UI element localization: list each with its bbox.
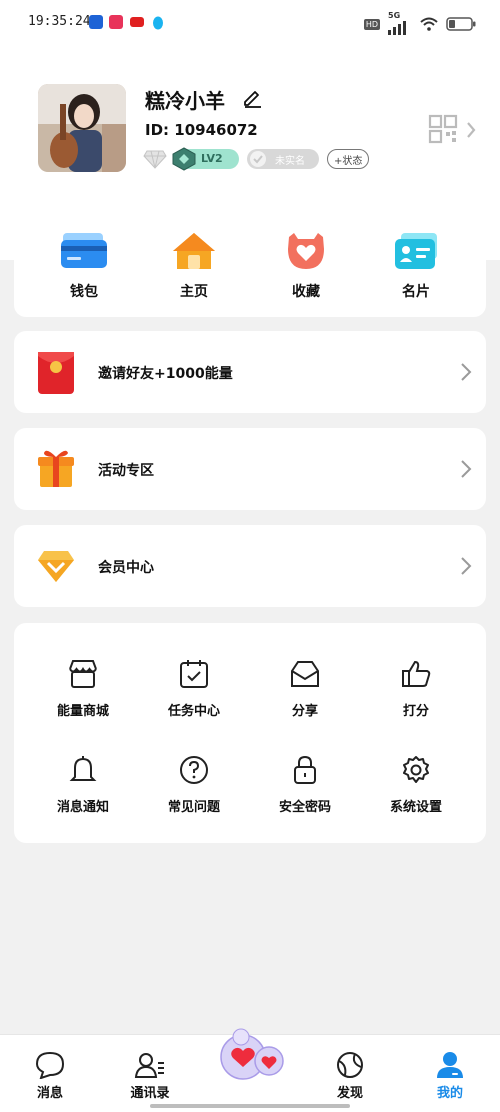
contacts-icon: [134, 1053, 164, 1078]
status-indicators: HD 5G: [363, 10, 476, 38]
tab-label: 发现: [336, 1086, 363, 1101]
wallet-card-icon: [61, 233, 107, 268]
tool-energy-store[interactable]: 能量商城: [38, 659, 128, 719]
tool-settings[interactable]: 系统设置: [371, 755, 461, 815]
hd-icon: HD: [363, 18, 380, 30]
tab-label: 消息: [36, 1086, 63, 1101]
chevron-right-icon: [461, 557, 472, 575]
chevron-right-icon: [461, 363, 472, 381]
row-label: 会员中心: [98, 560, 154, 576]
tool-notifications[interactable]: 消息通知: [38, 755, 128, 815]
tool-label: 安全密码: [278, 800, 331, 815]
app-qq-icon: [151, 15, 165, 30]
bottom-tab-bar: 消息 通讯录 发现 我的: [0, 1028, 500, 1112]
tools-card: 能量商城 任务中心 分享 打分 消息通知 常见问题 安全密码 系统设置: [14, 623, 486, 843]
quick-action-label: 收藏: [292, 284, 320, 300]
home-icon: [173, 233, 215, 269]
quick-actions-card: 钱包 主页 收藏 名片: [14, 213, 486, 317]
tab-me[interactable]: 我的: [410, 1035, 490, 1112]
battery-icon: [446, 17, 476, 31]
quick-action-favorites[interactable]: 收藏: [266, 231, 346, 301]
gift-box-icon: [38, 450, 74, 487]
tab-label: 通讯录: [130, 1086, 170, 1101]
member-center-row[interactable]: 会员中心: [14, 525, 486, 607]
add-status-button[interactable]: +状态: [327, 149, 370, 169]
invite-friends-row[interactable]: 邀请好友+1000能量: [14, 331, 486, 413]
tool-task-center[interactable]: 任务中心: [149, 659, 239, 719]
badge-row: LV2 未实名 +状态: [143, 147, 370, 171]
diamond-outline-icon: [143, 150, 167, 169]
home-indicator: [150, 1104, 350, 1108]
thumbs-up-icon: [402, 660, 431, 687]
user-icon: [437, 1052, 463, 1078]
chat-bubble-icon: [35, 1051, 65, 1079]
bell-icon: [69, 756, 97, 781]
bubble-hearts-icon[interactable]: [215, 1027, 289, 1091]
business-card-icon: [395, 233, 437, 269]
tool-label: 任务中心: [167, 704, 220, 719]
activities-row[interactable]: 活动专区: [14, 428, 486, 510]
level-gem-icon: [172, 147, 196, 171]
tool-label: 能量商城: [56, 704, 109, 719]
verify-badge[interactable]: 未实名: [247, 149, 319, 169]
quick-action-label: 名片: [402, 284, 430, 300]
app-camera-icon: [109, 15, 123, 29]
level-badge: LV2: [172, 147, 239, 171]
quick-action-card[interactable]: 名片: [376, 231, 456, 301]
red-envelope-icon: [38, 352, 74, 394]
row-label: 活动专区: [98, 463, 154, 479]
tab-discover[interactable]: 发现: [310, 1035, 390, 1112]
profile-section: 糕冷小羊 ID: 10946072 LV2 未实名 +状态: [0, 70, 500, 190]
tool-label: 系统设置: [389, 800, 442, 815]
signal-icon: 5G: [388, 11, 412, 35]
row-label: 邀请好友+1000能量: [98, 366, 233, 382]
tab-messages[interactable]: 消息: [10, 1035, 90, 1112]
qr-code-icon[interactable]: [428, 114, 480, 146]
quick-action-home[interactable]: 主页: [154, 231, 234, 301]
status-time: 19:35:24: [28, 14, 91, 29]
tab-contacts[interactable]: 通讯录: [110, 1035, 190, 1112]
app-red-icon: [130, 17, 144, 27]
user-id: ID: 10946072: [145, 121, 258, 139]
status-bar: 19:35:24 HD 5G: [0, 0, 500, 48]
avatar[interactable]: [38, 84, 126, 172]
tool-share[interactable]: 分享: [260, 659, 350, 719]
diamond-icon: [38, 551, 74, 582]
tool-label: 消息通知: [56, 800, 109, 815]
quick-action-label: 主页: [180, 284, 208, 300]
tab-label: 我的: [436, 1086, 463, 1101]
quick-action-wallet[interactable]: 钱包: [44, 231, 124, 301]
store-icon: [69, 660, 97, 688]
quick-action-label: 钱包: [70, 284, 98, 300]
question-icon: [180, 756, 208, 784]
network-type: 5G: [388, 11, 401, 20]
app-j-icon: [89, 15, 103, 29]
edit-pencil-icon[interactable]: [241, 86, 263, 108]
tool-faq[interactable]: 常见问题: [149, 755, 239, 815]
level-text: LV2: [201, 152, 223, 165]
verify-text: 未实名: [275, 156, 305, 167]
tool-label: 打分: [402, 704, 429, 719]
lock-icon: [294, 755, 316, 784]
tool-label: 常见问题: [167, 800, 220, 815]
wifi-icon: [420, 17, 438, 31]
tool-security-password[interactable]: 安全密码: [260, 755, 350, 815]
chevron-right-icon: [461, 460, 472, 478]
heart-favorite-icon: [288, 233, 324, 269]
gear-icon: [403, 756, 429, 783]
tool-label: 分享: [291, 704, 318, 719]
inbox-share-icon: [291, 661, 319, 687]
globe-icon: [337, 1052, 363, 1078]
nickname: 糕冷小羊: [145, 89, 225, 113]
calendar-check-icon: [180, 660, 208, 688]
check-circle-icon: [250, 151, 266, 167]
tool-rate[interactable]: 打分: [371, 659, 461, 719]
